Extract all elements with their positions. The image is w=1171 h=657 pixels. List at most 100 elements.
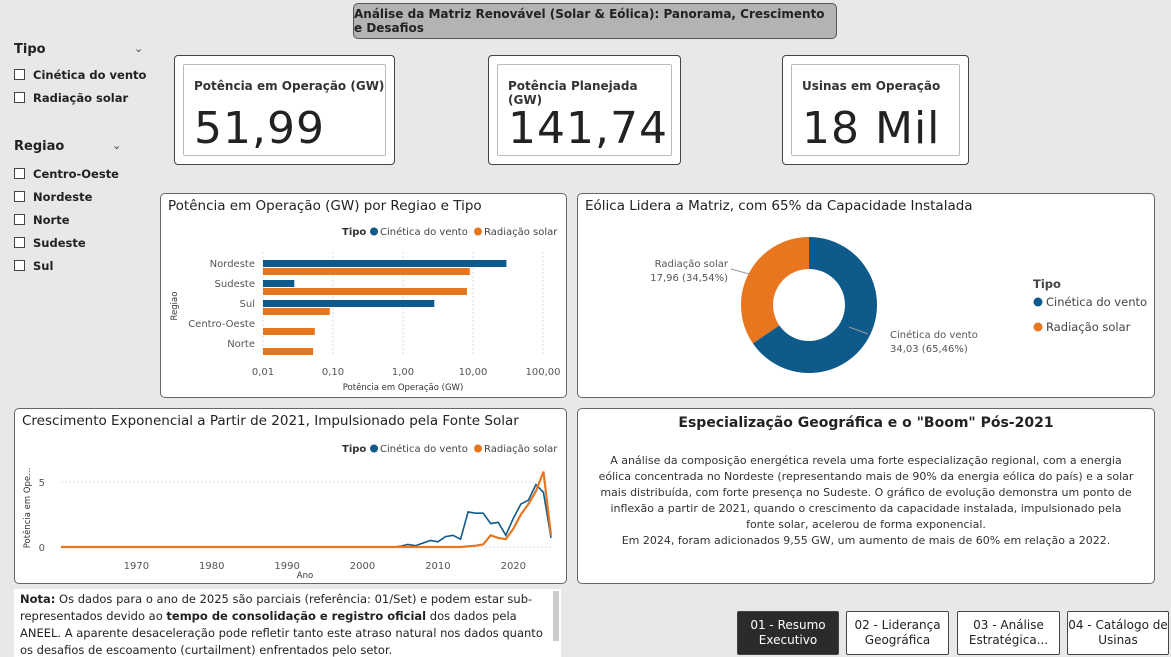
y-tick-label: Nordeste	[210, 259, 255, 270]
x-tick-label: 0,10	[322, 367, 344, 378]
x-tick-label: 2010	[425, 561, 450, 572]
legend-label: Radiação solar	[484, 444, 558, 455]
checkbox-icon[interactable]	[14, 214, 25, 225]
legend-marker	[1033, 297, 1043, 307]
page-title: Análise da Matriz Renovável (Solar & Eól…	[353, 3, 837, 39]
x-tick-label: 0,01	[252, 367, 274, 378]
legend-label: Cinética do vento	[380, 226, 468, 238]
series-line	[61, 483, 552, 548]
x-axis-title: Potência em Operação (GW)	[343, 382, 464, 393]
legend-marker	[370, 444, 378, 453]
leader-line	[730, 268, 750, 275]
y-tick-label: Centro-Oeste	[188, 319, 255, 330]
legend-title: Tipo	[342, 227, 366, 238]
slicer-item-label: Nordeste	[33, 189, 93, 204]
slicer-item-norte[interactable]: Norte	[14, 208, 130, 231]
slicer-item-centro-oeste[interactable]: Centro-Oeste	[14, 162, 130, 185]
bar	[263, 328, 315, 335]
slicer-item-nordeste[interactable]: Nordeste	[14, 185, 130, 208]
report-page: Análise da Matriz Renovável (Solar & Eól…	[0, 0, 1171, 657]
kpi-value: 18 Mil	[802, 103, 941, 154]
note-scrollbar[interactable]	[553, 591, 559, 641]
legend-label: Radiação solar	[484, 227, 558, 238]
kpi-value: 141,74	[508, 103, 668, 154]
slicer-item-label: Centro-Oeste	[33, 166, 119, 181]
x-tick-label: 100,00	[526, 367, 561, 378]
x-tick-label: 1980	[199, 561, 224, 572]
tipo-slicer: Tipo ⌄ Cinética do vento Radiação solar	[14, 42, 152, 109]
legend-title: Tipo	[1033, 277, 1061, 291]
tipo-slicer-title: Tipo	[14, 42, 46, 57]
nav-button-analise[interactable]: 03 - Análise Estratégica...	[957, 611, 1060, 655]
legend-marker	[370, 227, 378, 236]
x-tick-label: 2020	[501, 561, 526, 572]
legend-marker	[1033, 322, 1043, 332]
x-axis-title: Ano	[297, 571, 313, 581]
donut-chart-panel[interactable]: Eólica Lidera a Matriz, com 65% da Capac…	[577, 193, 1155, 398]
kpi-card-usinas: Usinas em Operação 18 Mil	[782, 55, 969, 165]
series-line	[61, 471, 553, 549]
line-chart-panel[interactable]: Crescimento Exponencial a Partir de 2021…	[14, 408, 567, 584]
slicer-item-label: Radiação solar	[33, 90, 129, 105]
legend-marker	[474, 444, 482, 453]
kpi-card-potencia-planejada: Potência Planejada (GW) 141,74	[488, 55, 681, 165]
data-label: Radiação solar	[655, 259, 729, 270]
donut-chart: Cinética do vento 34,03 (65,46%) Radiação …	[650, 237, 1147, 373]
nav-button-resumo[interactable]: 01 - Resumo Executivo	[737, 611, 839, 655]
legend-marker	[474, 227, 482, 236]
bar	[263, 308, 330, 315]
bar	[263, 268, 470, 275]
line-chart: Tipo Cinética do vento Radiação solar 0 5 197…	[22, 443, 558, 581]
checkbox-icon[interactable]	[14, 92, 25, 103]
slicer-item-cinetica[interactable]: Cinética do vento	[14, 63, 152, 86]
slicer-item-label: Sudeste	[33, 235, 86, 250]
checkbox-icon[interactable]	[14, 191, 25, 202]
slicer-item-radiacao[interactable]: Radiação solar	[14, 86, 152, 109]
y-tick-label: 5	[39, 478, 45, 489]
kpi-label: Potência em Operação (GW)	[194, 79, 385, 93]
kpi-value: 51,99	[194, 103, 325, 154]
slicer-item-label: Sul	[33, 258, 54, 273]
donut-slice	[741, 237, 810, 344]
slicer-item-sudeste[interactable]: Sudeste	[14, 231, 130, 254]
note-bold-text: tempo de consolidação e registro oficial	[166, 609, 427, 623]
checkbox-icon[interactable]	[14, 69, 25, 80]
data-note: Nota: Os dados para o ano de 2025 são pa…	[14, 589, 561, 657]
legend-label: Cinética do vento	[1046, 295, 1147, 309]
nav-button-catalogo[interactable]: 04 - Catálogo de Usinas	[1067, 611, 1169, 655]
insight-paragraph: Em 2024, foram adicionados 9,55 GW, um a…	[621, 534, 1111, 547]
slicer-item-label: Cinética do vento	[33, 67, 147, 82]
nav-button-lideranca[interactable]: 02 - Liderança Geográfica	[846, 611, 949, 655]
y-tick-label: 0	[39, 543, 45, 554]
slicer-item-sul[interactable]: Sul	[14, 254, 130, 277]
checkbox-icon[interactable]	[14, 237, 25, 248]
x-tick-label: 10,00	[459, 367, 488, 378]
kpi-card-potencia-operacao: Potência em Operação (GW) 51,99	[174, 55, 395, 165]
chevron-down-icon[interactable]: ⌄	[112, 139, 121, 152]
regiao-slicer: Regiao ⌄ Centro-Oeste Nordeste Norte Sud…	[14, 139, 130, 277]
slicer-item-label: Norte	[33, 212, 70, 227]
bar	[263, 280, 295, 287]
insight-panel: Especialização Geográfica e o "Boom" Pós…	[577, 408, 1155, 584]
kpi-label: Usinas em Operação	[802, 79, 941, 93]
kpi-card-frame: Usinas em Operação 18 Mil	[791, 64, 960, 156]
y-axis-title: Regiao	[170, 292, 180, 321]
y-tick-label: Sul	[240, 299, 255, 310]
kpi-card-frame: Potência em Operação (GW) 51,99	[183, 64, 386, 156]
bar-chart: Tipo Cinética do vento Radiação solar 0,01 0…	[170, 226, 561, 393]
note-label: Nota:	[20, 592, 56, 606]
data-label: Cinética do vento	[890, 329, 978, 341]
chevron-down-icon[interactable]: ⌄	[134, 42, 143, 55]
checkbox-icon[interactable]	[14, 260, 25, 271]
bar-chart-panel[interactable]: Potência em Operação (GW) por Regiao e T…	[160, 193, 567, 398]
bar	[263, 288, 467, 295]
legend-title: Tipo	[342, 444, 366, 455]
x-tick-label: 1970	[124, 561, 149, 572]
checkbox-icon[interactable]	[14, 168, 25, 179]
y-tick-label: Norte	[227, 339, 255, 350]
x-tick-label: 2000	[350, 561, 375, 572]
insight-paragraph: A análise da composição energética revel…	[598, 454, 1134, 531]
y-axis-title: Potência em Ope...	[22, 468, 33, 549]
bar	[263, 300, 435, 307]
legend-label: Radiação solar	[1046, 320, 1131, 334]
